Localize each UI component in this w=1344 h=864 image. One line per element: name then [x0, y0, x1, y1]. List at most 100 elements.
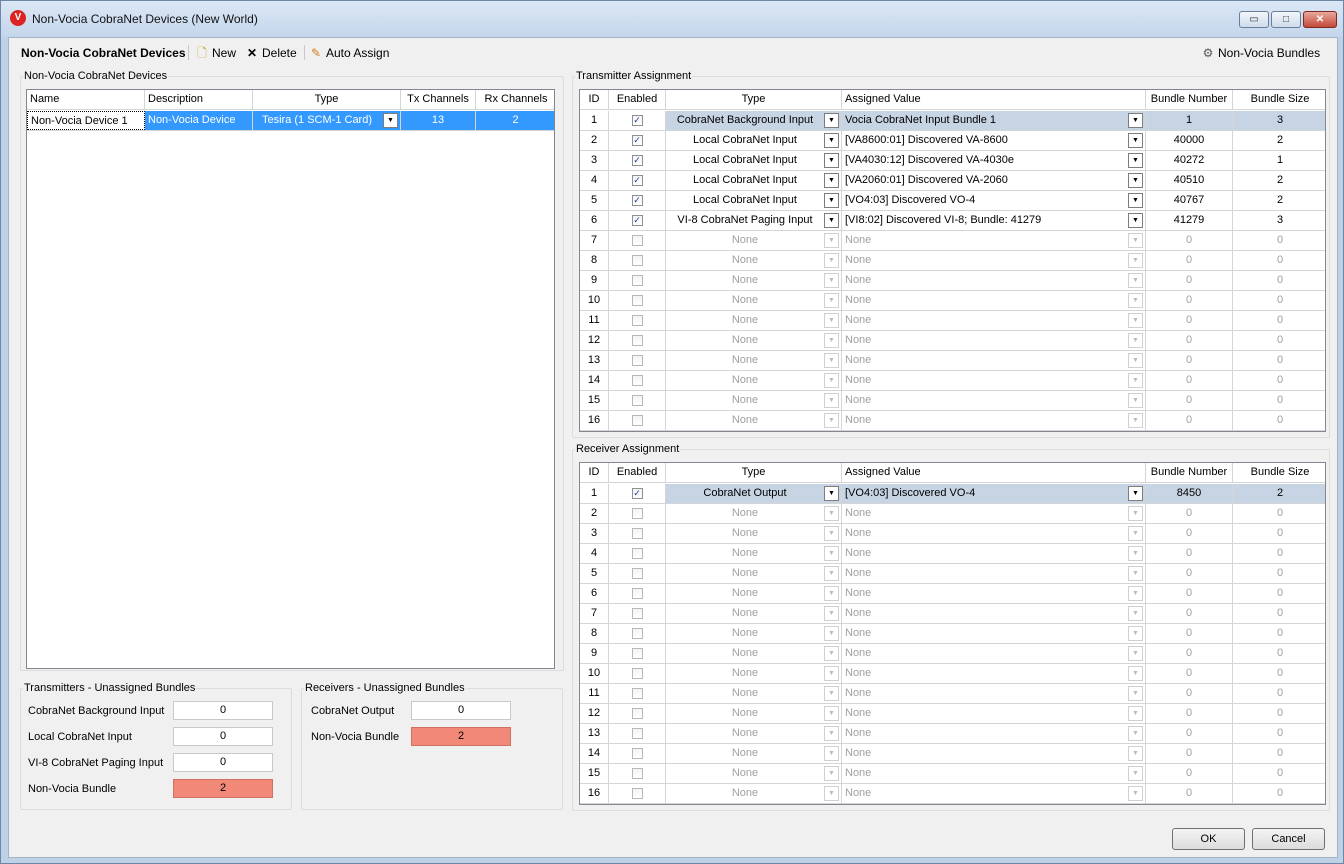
row-type-cell[interactable]: None ▼	[666, 764, 842, 783]
table-row[interactable]: 7 None ▼ None ▼ 0 0	[580, 231, 1325, 251]
row-enabled-cell[interactable]	[609, 684, 666, 703]
chevron-down-icon[interactable]: ▼	[824, 313, 839, 328]
chevron-down-icon[interactable]: ▼	[824, 506, 839, 521]
row-assigned-value-cell[interactable]: None ▼	[842, 544, 1146, 563]
enabled-checkbox[interactable]	[631, 787, 643, 799]
row-bundle-number-cell[interactable]: 0	[1146, 411, 1233, 430]
row-bundle-number-cell[interactable]: 0	[1146, 544, 1233, 563]
row-enabled-cell[interactable]	[609, 311, 666, 330]
chevron-down-icon[interactable]: ▼	[1128, 373, 1143, 388]
chevron-down-icon[interactable]: ▼	[1128, 726, 1143, 741]
row-bundle-number-cell[interactable]: 0	[1146, 724, 1233, 743]
enabled-checkbox[interactable]	[631, 394, 643, 406]
chevron-down-icon[interactable]: ▼	[824, 153, 839, 168]
row-enabled-cell[interactable]	[609, 664, 666, 683]
row-bundle-size-cell[interactable]: 0	[1233, 231, 1325, 250]
row-enabled-cell[interactable]	[609, 504, 666, 523]
chevron-down-icon[interactable]: ▼	[824, 353, 839, 368]
row-bundle-size-cell[interactable]: 0	[1233, 564, 1325, 583]
row-bundle-size-cell[interactable]: 0	[1233, 271, 1325, 290]
chevron-down-icon[interactable]: ▼	[824, 526, 839, 541]
row-type-cell[interactable]: None ▼	[666, 371, 842, 390]
row-type-cell[interactable]: Local CobraNet Input ▼	[666, 151, 842, 170]
column-header-bundle-size[interactable]: Bundle Size	[1233, 463, 1325, 482]
chevron-down-icon[interactable]: ▼	[1128, 233, 1143, 248]
chevron-down-icon[interactable]: ▼	[1128, 746, 1143, 761]
row-type-cell[interactable]: None ▼	[666, 524, 842, 543]
enabled-checkbox[interactable]	[631, 234, 643, 246]
table-row[interactable]: 15 None ▼ None ▼ 0 0	[580, 764, 1325, 784]
chevron-down-icon[interactable]: ▼	[1128, 666, 1143, 681]
row-type-cell[interactable]: Local CobraNet Input ▼	[666, 131, 842, 150]
table-row[interactable]: 11 None ▼ None ▼ 0 0	[580, 684, 1325, 704]
row-assigned-value-cell[interactable]: None ▼	[842, 704, 1146, 723]
table-row[interactable]: 3 None ▼ None ▼ 0 0	[580, 524, 1325, 544]
auto-assign-button[interactable]: ✎ Auto Assign	[309, 44, 389, 62]
enabled-checkbox[interactable]	[631, 647, 643, 659]
row-enabled-cell[interactable]	[609, 331, 666, 350]
enabled-checkbox[interactable]	[631, 627, 643, 639]
row-bundle-size-cell[interactable]: 0	[1233, 584, 1325, 603]
row-assigned-value-cell[interactable]: None ▼	[842, 664, 1146, 683]
column-header-rx-channels[interactable]: Rx Channels	[476, 90, 554, 109]
row-bundle-number-cell[interactable]: 0	[1146, 271, 1233, 290]
row-bundle-size-cell[interactable]: 0	[1233, 351, 1325, 370]
chevron-down-icon[interactable]: ▼	[1128, 486, 1143, 501]
table-row[interactable]: 8 None ▼ None ▼ 0 0	[580, 624, 1325, 644]
row-type-cell[interactable]: CobraNet Output ▼	[666, 484, 842, 503]
cancel-button[interactable]: Cancel	[1252, 828, 1325, 850]
receiver-grid[interactable]: ID Enabled Type Assigned Value Bundle Nu…	[579, 462, 1326, 805]
table-row[interactable]: 14 None ▼ None ▼ 0 0	[580, 371, 1325, 391]
row-enabled-cell[interactable]	[609, 724, 666, 743]
column-header-assigned-value[interactable]: Assigned Value	[842, 90, 1146, 109]
row-bundle-size-cell[interactable]: 0	[1233, 524, 1325, 543]
row-bundle-size-cell[interactable]: 0	[1233, 644, 1325, 663]
row-type-cell[interactable]: VI-8 CobraNet Paging Input ▼	[666, 211, 842, 230]
row-assigned-value-cell[interactable]: [VO4:03] Discovered VO-4 ▼	[842, 191, 1146, 210]
chevron-down-icon[interactable]: ▼	[824, 686, 839, 701]
row-bundle-number-cell[interactable]: 0	[1146, 251, 1233, 270]
row-bundle-number-cell[interactable]: 0	[1146, 644, 1233, 663]
enabled-checkbox[interactable]: ✓	[631, 174, 643, 186]
chevron-down-icon[interactable]: ▼	[824, 486, 839, 501]
chevron-down-icon[interactable]: ▼	[824, 193, 839, 208]
row-assigned-value-cell[interactable]: None ▼	[842, 564, 1146, 583]
column-header-type[interactable]: Type	[253, 90, 401, 109]
chevron-down-icon[interactable]: ▼	[1128, 253, 1143, 268]
table-row[interactable]: 5 ✓ Local CobraNet Input ▼ [VO4:03] Discover…	[580, 191, 1325, 211]
chevron-down-icon[interactable]: ▼	[1128, 273, 1143, 288]
enabled-checkbox[interactable]	[631, 294, 643, 306]
chevron-down-icon[interactable]: ▼	[824, 133, 839, 148]
row-assigned-value-cell[interactable]: None ▼	[842, 504, 1146, 523]
enabled-checkbox[interactable]: ✓	[631, 134, 643, 146]
row-type-cell[interactable]: None ▼	[666, 744, 842, 763]
row-bundle-number-cell[interactable]: 1	[1146, 111, 1233, 130]
row-assigned-value-cell[interactable]: [VA4030:12] Discovered VA-4030e ▼	[842, 151, 1146, 170]
column-header-description[interactable]: Description	[145, 90, 253, 109]
table-row[interactable]: 10 None ▼ None ▼ 0 0	[580, 291, 1325, 311]
device-description-cell[interactable]: Non-Vocia Device	[145, 111, 253, 130]
row-assigned-value-cell[interactable]: None ▼	[842, 724, 1146, 743]
chevron-down-icon[interactable]: ▼	[824, 173, 839, 188]
row-type-cell[interactable]: None ▼	[666, 684, 842, 703]
table-row[interactable]: 2 None ▼ None ▼ 0 0	[580, 504, 1325, 524]
row-assigned-value-cell[interactable]: None ▼	[842, 411, 1146, 430]
chevron-down-icon[interactable]: ▼	[1128, 173, 1143, 188]
title-bar[interactable]: V Non-Vocia CobraNet Devices (New World)…	[1, 1, 1343, 37]
row-bundle-size-cell[interactable]: 1	[1233, 151, 1325, 170]
enabled-checkbox[interactable]	[631, 687, 643, 699]
row-type-cell[interactable]: None ▼	[666, 544, 842, 563]
column-header-bundle-number[interactable]: Bundle Number	[1146, 90, 1233, 109]
table-row[interactable]: 2 ✓ Local CobraNet Input ▼ [VA8600:01] Disco…	[580, 131, 1325, 151]
chevron-down-icon[interactable]: ▼	[1128, 393, 1143, 408]
table-row[interactable]: 14 None ▼ None ▼ 0 0	[580, 744, 1325, 764]
row-enabled-cell[interactable]	[609, 251, 666, 270]
chevron-down-icon[interactable]: ▼	[824, 253, 839, 268]
column-header-enabled[interactable]: Enabled	[609, 90, 666, 109]
table-row[interactable]: 15 None ▼ None ▼ 0 0	[580, 391, 1325, 411]
row-type-cell[interactable]: None ▼	[666, 784, 842, 803]
row-bundle-number-cell[interactable]: 8450	[1146, 484, 1233, 503]
chevron-down-icon[interactable]: ▼	[1128, 566, 1143, 581]
row-type-cell[interactable]: None ▼	[666, 351, 842, 370]
chevron-down-icon[interactable]: ▼	[1128, 313, 1143, 328]
